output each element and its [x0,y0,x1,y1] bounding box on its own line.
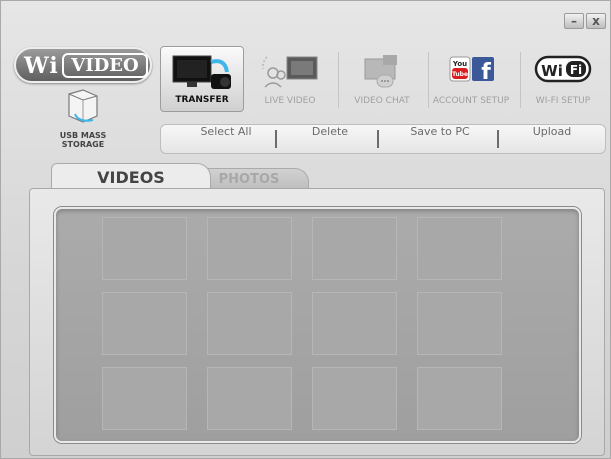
transfer-icon [172,55,231,89]
media-thumbnail[interactable] [207,217,292,280]
select-all-button[interactable]: Select All [181,125,271,153]
usb-storage-icon[interactable] [63,86,103,124]
usb-storage-label[interactable]: USB MASS STORAGE [48,131,118,149]
live-video-icon [261,56,318,88]
toolbar-account-setup[interactable]: You Tube f ACCOUNT SETUP [426,46,516,112]
media-thumbnail[interactable] [417,292,502,355]
svg-text:Wi: Wi [541,62,563,80]
upload-button[interactable]: Upload [507,125,597,153]
toolbar-transfer[interactable]: TRANSFER [160,46,244,112]
media-thumbnail[interactable] [417,217,502,280]
minimize-button[interactable]: – [564,13,584,29]
toolbar-live-video[interactable]: LIVE VIDEO [248,46,332,112]
media-thumbnail[interactable] [102,367,187,430]
svg-text:You: You [452,60,467,68]
media-thumbnail[interactable] [102,217,187,280]
toolbar-account-setup-label: ACCOUNT SETUP [432,96,510,106]
logo-video-text: VIDEO [62,53,148,78]
toolbar-transfer-label: TRANSFER [175,95,229,105]
media-thumbnail[interactable] [102,292,187,355]
delete-button[interactable]: Delete [285,125,375,153]
toolbar-live-video-label: LIVE VIDEO [264,96,316,106]
save-to-pc-button[interactable]: Save to PC [385,125,495,153]
action-separator [497,130,499,148]
media-thumbnail[interactable] [312,367,397,430]
video-chat-icon [364,55,397,88]
main-toolbar: TRANSFER LIVE VIDEO VIDEO CHAT You Tube … [160,46,607,112]
action-separator [275,130,277,148]
usb-label-line2: STORAGE [61,140,105,149]
usb-label-line1: USB MASS [59,131,107,140]
media-thumbnail[interactable] [207,367,292,430]
svg-text:f: f [481,60,491,85]
action-bar: Select All Delete Save to PC Upload [160,124,606,154]
tab-videos[interactable]: VIDEOS [51,163,211,191]
media-thumbnail[interactable] [312,292,397,355]
svg-text:Fi: Fi [570,63,582,77]
logo-wi-text: Wi [24,53,59,79]
toolbar-video-chat[interactable]: VIDEO CHAT [340,46,424,112]
toolbar-divider [338,52,339,108]
media-thumbnail[interactable] [417,367,502,430]
svg-text:Tube: Tube [452,71,468,78]
app-window: – x Wi VIDEO USB MASS STORAGE TRANSFER L… [0,0,611,459]
media-thumbnail[interactable] [207,292,292,355]
wi-video-logo: Wi VIDEO [14,47,152,83]
wifi-icon: Wi Fi [534,55,592,83]
toolbar-video-chat-label: VIDEO CHAT [354,96,410,106]
media-panel [29,188,605,456]
youtube-facebook-icon: You Tube f [449,56,494,85]
close-button[interactable]: x [586,13,606,29]
thumbnail-grid [54,207,581,443]
media-thumbnail[interactable] [312,217,397,280]
toolbar-wifi-setup-label: WI-FI SETUP [535,96,591,106]
action-separator [377,130,379,148]
toolbar-wifi-setup[interactable]: Wi Fi WI-FI SETUP [520,46,606,112]
